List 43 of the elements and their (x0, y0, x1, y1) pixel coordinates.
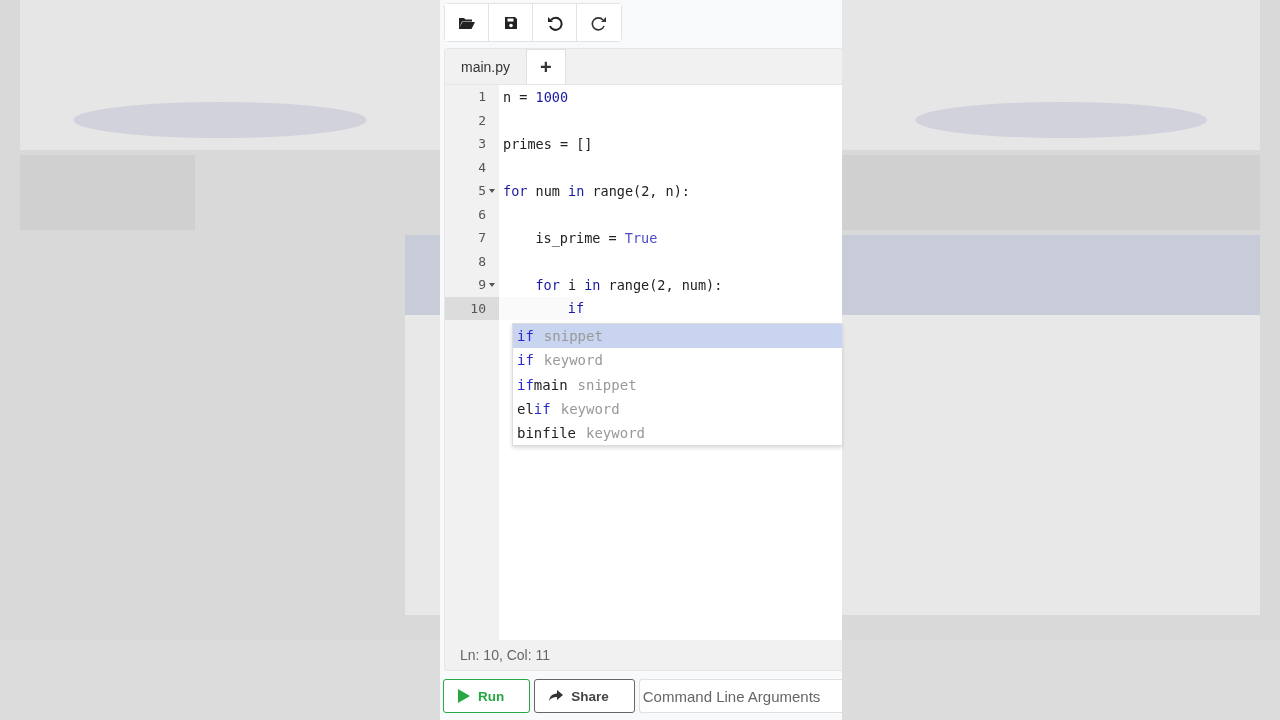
suggestion-item[interactable]: ifmain snippet (513, 372, 842, 397)
line-number: 4 (478, 159, 486, 175)
suggestion-type: snippet (543, 328, 603, 345)
code-line: is_prime = True (534, 229, 658, 246)
suggestion-item[interactable]: if snippet (513, 324, 842, 349)
suggestion-label: elif (517, 401, 551, 418)
line-number: 5 (478, 183, 486, 199)
save-icon (503, 15, 518, 30)
fold-icon[interactable] (489, 282, 495, 287)
code-line: primes = [] (502, 135, 593, 152)
suggestion-type: snippet (577, 376, 637, 393)
suggestion-type: keyword (586, 425, 646, 442)
line-number: 6 (478, 206, 486, 222)
line-number: 8 (478, 253, 486, 269)
share-button[interactable]: Share (534, 679, 635, 713)
suggestion-type: keyword (543, 352, 603, 369)
open-button[interactable] (445, 4, 489, 41)
suggestion-label: if (517, 352, 534, 369)
cursor-position: Ln: 10, Col: 11 (460, 647, 551, 663)
suggestion-type: keyword (560, 401, 620, 418)
arguments-field[interactable]: Command Line Arguments (638, 679, 845, 713)
undo-icon (546, 14, 563, 31)
line-number: 1 (478, 89, 486, 105)
line-number: 9 (478, 277, 486, 293)
new-tab-button[interactable]: + (526, 49, 566, 84)
line-number: 2 (478, 112, 486, 128)
share-arrow-icon (549, 690, 564, 702)
suggestion-label: binfile (517, 425, 576, 442)
redo-icon (591, 14, 607, 31)
folder-icon (458, 15, 475, 30)
suggestion-item[interactable]: if keyword (513, 348, 842, 373)
line-number: 3 (478, 136, 486, 152)
suggestion-item[interactable]: elif keyword (513, 396, 842, 422)
suggestion-label: ifmain (517, 376, 568, 393)
code-line: n = 1000 (502, 88, 569, 105)
fold-icon[interactable] (489, 188, 495, 193)
suggestion-item[interactable]: binfile keyword (513, 421, 842, 446)
suggestion-label: if (517, 328, 534, 345)
code-line: for i in range(2, num): (534, 276, 723, 293)
line-number: 7 (478, 230, 486, 246)
line-number: 10 (470, 300, 486, 316)
code-line: for num in range(2, n): (502, 182, 690, 199)
play-icon (458, 689, 470, 703)
